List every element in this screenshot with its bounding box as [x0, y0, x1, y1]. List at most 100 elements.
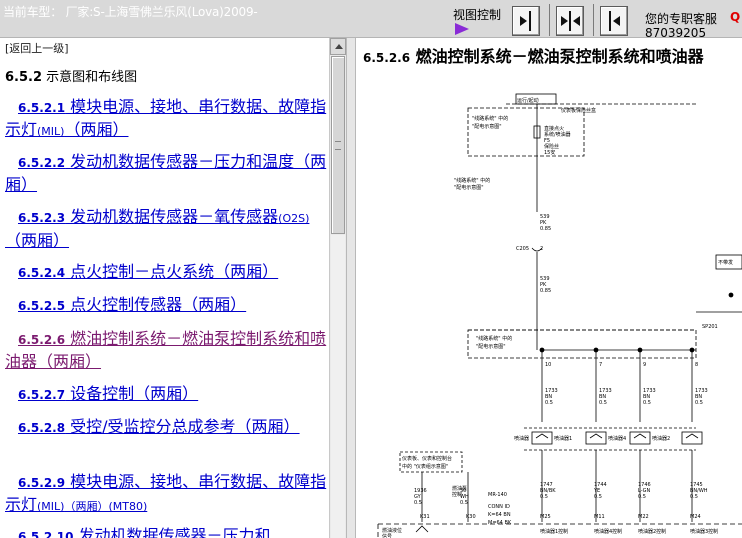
diagram-label: K=64 BN: [488, 512, 511, 518]
injector-label: 喷油器1: [554, 435, 572, 442]
toc-text: 发动机数据传感器－压力和: [73, 526, 271, 538]
diagram-label: 不带发: [718, 259, 733, 266]
diagram-label: 喷油器2控制: [638, 528, 666, 535]
wire-label: 0.5: [690, 494, 698, 500]
diagram-label: 保险丝: [544, 143, 559, 150]
diagram-label: 仪表板保险丝盒: [561, 107, 596, 114]
toc-number: 6.5.2.9: [18, 476, 66, 490]
wiring-diagram: 运行/起动 仪表板保险丝盒 "线路系统" 中的 "配电示意图" 直接点火 系统/…: [377, 93, 742, 538]
toc-number: 6.5.2.4: [18, 266, 66, 280]
section-heading: 6.5.2 示意图和布线图: [5, 66, 137, 85]
pin-label: 7: [599, 362, 602, 368]
toc-link-current[interactable]: 6.5.2.6 燃油控制系统－燃油泵控制系统和喷油器（两厢）: [5, 328, 327, 373]
diagram-label: "线路系统" 中的: [472, 115, 508, 122]
divider-bar-icon: [609, 11, 611, 31]
wire-label: 0.5: [638, 494, 646, 500]
toc-link[interactable]: 6.5.2.4 点火控制－点火系统（两厢）: [5, 261, 327, 284]
wire-label: 0.5: [695, 400, 703, 406]
toc-number: 6.5.2.2: [18, 156, 66, 170]
divider-bar-icon: [529, 11, 531, 31]
document-title: 6.5.2.6 燃油控制系统－燃油泵控制系统和喷油器: [363, 43, 704, 67]
pin-label: 10: [545, 362, 551, 368]
service-phone: 87039205: [645, 27, 707, 38]
diagram-label: 控制: [452, 491, 462, 498]
diagram-label: CONN ID: [488, 504, 510, 510]
wire-label: 0.5: [540, 494, 548, 500]
diagram-label: M=64 BK: [488, 520, 512, 526]
toc-number: 6.5.2.6: [18, 333, 66, 347]
pin-label: 8: [695, 362, 698, 368]
toc-tail: （两厢）: [5, 231, 70, 250]
toc-link[interactable]: 6.5.2.10 发动机数据传感器－压力和: [5, 525, 327, 538]
toc-scrollbar[interactable]: [329, 38, 346, 538]
pane-splitter[interactable]: [346, 38, 356, 538]
scroll-up-button[interactable]: [330, 38, 346, 55]
diagram-label: 喷油器1控制: [540, 528, 568, 535]
toc-text: 受控/受监控分总成参考（两厢）: [65, 417, 300, 436]
toc-link[interactable]: 6.5.2.8 受控/受监控分总成参考（两厢）: [5, 416, 327, 439]
diagram-label: 燃油泵: [452, 485, 467, 492]
diagram-label: 系统/喷油器: [544, 131, 571, 138]
pin-label: M22: [638, 514, 649, 520]
toc-link[interactable]: 6.5.2.5 点火控制传感器（两厢）: [5, 294, 327, 317]
toc-pane: [返回上一级] 6.5.2 示意图和布线图 6.5.2.1 模块电源、接地、串行…: [0, 38, 329, 538]
toc-link[interactable]: 6.5.2.1 模块电源、接地、串行数据、故障指示灯(MIL)（两厢）: [5, 96, 327, 143]
pin-label: K31: [420, 514, 430, 520]
injector-label: 喷油器4: [608, 435, 626, 442]
collapse-right-button[interactable]: [600, 6, 628, 36]
injector-label: 喷油器2: [652, 435, 670, 442]
wire-label: 0.5: [414, 500, 422, 506]
diagram-label: 燃油液位: [382, 527, 402, 534]
content-pane: 6.5.2.6 燃油控制系统－燃油泵控制系统和喷油器 运行/起动 仪表板保险丝盒…: [356, 38, 742, 538]
view-control-label: 视图控制: [453, 8, 502, 22]
pin-label: 9: [643, 362, 646, 368]
back-link[interactable]: [返回上一级]: [5, 40, 69, 56]
wire-label: 0.85: [540, 226, 551, 232]
diagram-label: 信号: [382, 533, 392, 538]
toc-number: 6.5.2.5: [18, 299, 66, 313]
pin-label: M11: [594, 514, 605, 520]
service-qq-link[interactable]: Q: [730, 10, 740, 24]
current-vehicle-label: 当前车型： 厂家:S-上海雪佛兰乐风(Lova)2009-: [3, 5, 258, 19]
section-number: 6.5.2: [5, 70, 43, 85]
toc-link[interactable]: 6.5.2.7 设备控制（两厢）: [5, 383, 327, 406]
wire-label: 0.5: [599, 400, 607, 406]
toc-number: 6.5.2.8: [18, 421, 66, 435]
diagram-label: 喷油器3控制: [690, 528, 718, 535]
diagram-label: "配电示意图": [476, 343, 506, 350]
toolbar-separator: [549, 4, 550, 36]
scrollbar-track[interactable]: [331, 235, 345, 538]
diagram-label: 中的 "仪表组示意图": [402, 463, 448, 470]
wire-label: 0.5: [545, 400, 553, 406]
toc-number: 6.5.2.1: [18, 101, 66, 115]
service-label: 您的专职客服: [645, 12, 718, 26]
diagram-label: "配电示意图": [472, 123, 502, 130]
toc-text: 点火控制传感器（两厢）: [65, 295, 247, 314]
toc-text: 设备控制（两厢）: [65, 384, 199, 403]
toc-suffix: (MIL): [37, 500, 65, 513]
diagram-label: "线路系统" 中的: [476, 335, 512, 342]
wire-label: 0.85: [540, 288, 551, 294]
toolbar-separator: [593, 4, 594, 36]
toc-link[interactable]: 6.5.2.9 模块电源、接地、串行数据、故障指示灯(MIL)（两厢）(MT80…: [5, 471, 327, 518]
toc-text: 点火控制－点火系统（两厢）: [65, 262, 279, 281]
arrow-left-icon: [613, 16, 620, 26]
wire-label: 0.5: [643, 400, 651, 406]
toc-link[interactable]: 6.5.2.3 发动机数据传感器－氧传感器(O2S) （两厢）: [5, 206, 327, 252]
pin-label: K30: [466, 514, 476, 520]
diagram-label: 运行/起动: [517, 97, 539, 104]
diagram-label: MR-140: [488, 492, 507, 498]
diagram-label: "线路系统" 中的: [454, 177, 490, 184]
injector-label: 喷油器: [514, 435, 529, 442]
connector-label: C205: [516, 246, 529, 252]
toc-suffix: (O2S): [278, 212, 310, 225]
toc-tail: （两厢）: [64, 120, 129, 139]
scrollbar-thumb[interactable]: [331, 56, 345, 234]
diagram-label: 喷油器4控制: [594, 528, 622, 535]
toc-link[interactable]: 6.5.2.2 发动机数据传感器－压力和温度（两厢）: [5, 151, 327, 196]
center-split-button[interactable]: [556, 6, 584, 36]
toc-suffix: (MIL): [37, 125, 65, 138]
diagram-label: 15安: [544, 149, 555, 156]
diagram-label: "配电示意图": [454, 184, 484, 191]
collapse-left-button[interactable]: [512, 6, 540, 36]
